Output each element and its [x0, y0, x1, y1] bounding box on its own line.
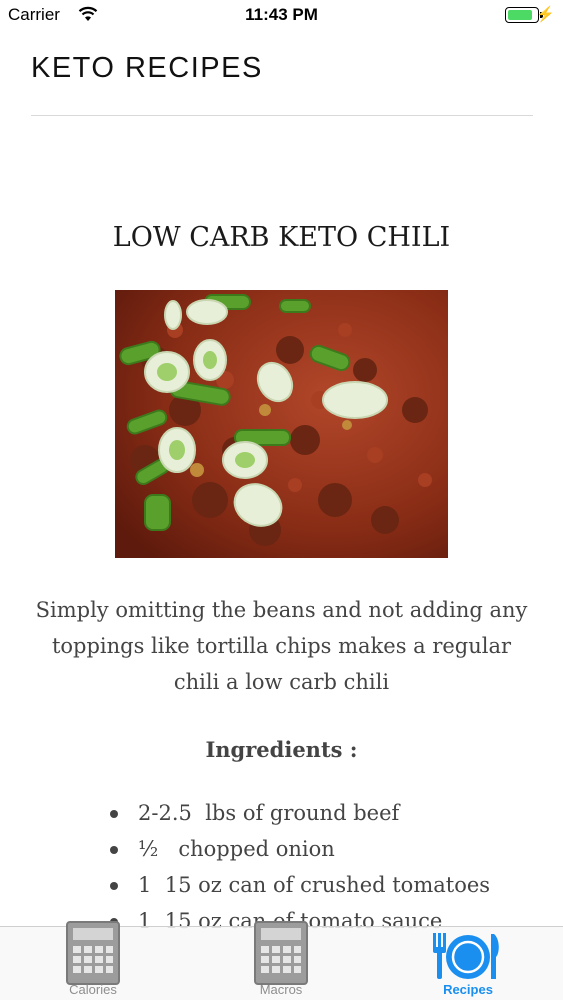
bullet-icon: [110, 846, 118, 854]
ingredient-item: ½ chopped onion: [110, 831, 490, 867]
battery-icon: [505, 7, 539, 23]
charging-bolt-icon: ⚡: [536, 6, 555, 23]
page-title: KETO RECIPES: [31, 52, 263, 84]
tab-label: Macros: [259, 982, 303, 997]
status-bar: Carrier 11:43 PM ⚡: [0, 0, 563, 32]
ingredient-text: 1 15 oz can of crushed tomatoes: [138, 873, 491, 897]
calculator-icon: [254, 921, 308, 985]
recipe-image: [115, 290, 448, 558]
ingredient-item: 1 15 oz can of crushed tomatoes: [110, 867, 490, 903]
ingredients-heading: Ingredients :: [205, 737, 358, 762]
ingredient-text: 2-2.5 lbs of ground beef: [138, 801, 400, 825]
tab-macros[interactable]: Macros: [221, 921, 341, 1001]
tab-label: Calories: [69, 982, 117, 997]
ingredient-text: ½ chopped onion: [138, 837, 335, 861]
header-divider: [31, 115, 533, 116]
tab-bar: Calories Macros Recipes: [0, 921, 563, 1001]
bullet-icon: [110, 882, 118, 890]
plate-cutlery-icon: [433, 933, 499, 979]
calculator-icon: [66, 921, 120, 985]
ingredients-list: 2-2.5 lbs of ground beef ½ chopped onion…: [110, 795, 490, 939]
recipe-description: Simply omitting the beans and not adding…: [35, 598, 528, 694]
ingredient-item: 2-2.5 lbs of ground beef: [110, 795, 490, 831]
recipe-title: LOW CARB KETO CHILI: [112, 222, 451, 253]
status-time: 11:43 PM: [245, 5, 318, 24]
tab-calories[interactable]: Calories: [33, 921, 153, 1001]
tab-recipes[interactable]: Recipes: [408, 927, 528, 1001]
bullet-icon: [110, 810, 118, 818]
tab-label: Recipes: [443, 982, 493, 997]
